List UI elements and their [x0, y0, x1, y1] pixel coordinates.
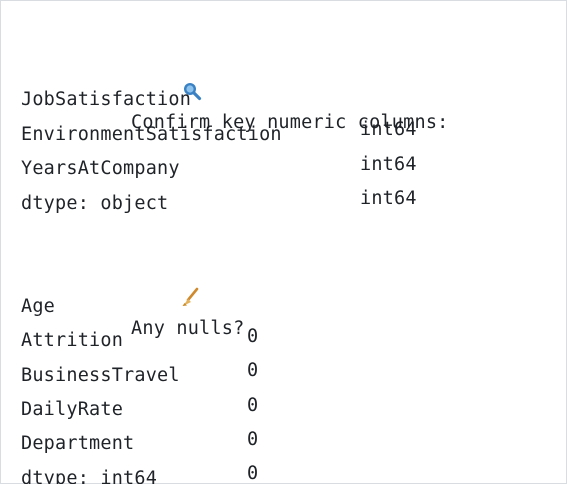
dtype-row: YearsAtCompany int64: [21, 124, 449, 209]
null-count-row: Department 0: [21, 399, 449, 484]
null-count-row: DailyRate 0: [21, 365, 449, 450]
dtype-label: dtype: object: [21, 192, 169, 214]
console-output-panel: Confirm key numeric columns: JobSatisfac…: [0, 0, 567, 484]
dtype-label: dtype: int64: [21, 467, 158, 484]
null-count-row: BusinessTravel 0: [21, 331, 449, 416]
null-count-row: Age 0: [21, 262, 449, 347]
null-count-row: Attrition 0: [21, 296, 449, 381]
dtype-row: JobSatisfaction int64: [21, 55, 449, 140]
section-heading-nulls: Any nulls?: [21, 227, 449, 339]
dtype-row: EnvironmentSatisfaction int64: [21, 90, 449, 175]
section-heading-numeric: Confirm key numeric columns:: [21, 21, 449, 133]
output-text: Confirm key numeric columns: JobSatisfac…: [21, 21, 449, 484]
dtype-footer: dtype: int64: [21, 434, 449, 484]
dtype-footer: dtype: object: [21, 159, 449, 214]
